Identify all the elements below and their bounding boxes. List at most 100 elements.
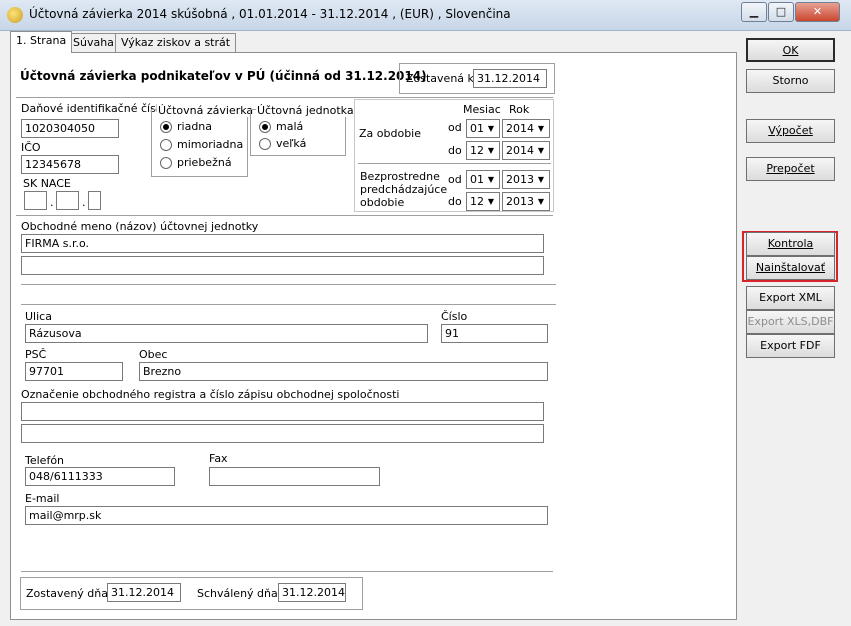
divider: [358, 163, 551, 165]
tab-strana[interactable]: 1. Strana: [10, 31, 73, 53]
zavierka-option-label: priebežná: [177, 156, 232, 169]
title-bar[interactable]: Účtovná závierka 2014 skúšobná , 01.01.2…: [0, 0, 851, 31]
za-od-rok-value: 2014: [506, 122, 534, 135]
bp-od-rok-select[interactable]: 2013 ▼: [502, 170, 550, 189]
vypocet-button[interactable]: Výpočet: [746, 119, 835, 143]
divider: [16, 215, 553, 217]
sknace-input-1[interactable]: [24, 191, 47, 210]
zavierka-radio-mimoriadna[interactable]: [160, 139, 172, 151]
ulica-input[interactable]: Rázusova: [25, 324, 428, 343]
bezp-label-3: obdobie: [360, 196, 405, 209]
schvaleny-dna-input[interactable]: 31.12.2014: [278, 583, 346, 602]
za-do-rok-select[interactable]: 2014 ▼: [502, 141, 550, 160]
zavierka-label: Účtovná závierka: [157, 104, 255, 117]
minimize-button[interactable]: ▁: [741, 2, 767, 22]
maximize-button[interactable]: □: [768, 2, 794, 22]
jednotka-radio-mala[interactable]: [259, 121, 271, 133]
za-do-rok-value: 2014: [506, 144, 534, 157]
sknace-dot: .: [82, 196, 86, 209]
obch-meno-label: Obchodné meno (názov) účtovnej jednotky: [21, 220, 259, 233]
bp-od-rok-value: 2013: [506, 173, 534, 186]
dropdown-arrow-icon: ▼: [487, 146, 495, 155]
bp-od-mesiac-select[interactable]: 01 ▼: [466, 170, 500, 189]
zavierka-radio-priebezna[interactable]: [160, 157, 172, 169]
nainstalovat-button[interactable]: Nainštalovať: [746, 256, 835, 280]
za-od-mesiac-select[interactable]: 01 ▼: [466, 119, 500, 138]
ico-label: IČO: [21, 141, 41, 154]
ico-input[interactable]: 12345678: [21, 155, 119, 174]
jednotka-label: Účtovná jednotka: [256, 104, 355, 117]
dic-label: Daňové identifikačné číslo: [21, 102, 166, 115]
za-do-mesiac-select[interactable]: 12 ▼: [466, 141, 500, 160]
obec-label: Obec: [139, 348, 168, 361]
vypocet-button-label: Výpočet: [768, 124, 813, 137]
divider: [21, 284, 556, 286]
mesiac-label: Mesiac: [463, 103, 501, 116]
za-od-rok-select[interactable]: 2014 ▼: [502, 119, 550, 138]
zostavena-label: Zostavená k: [406, 72, 474, 85]
zostavena-input[interactable]: 31.12.2014: [473, 69, 547, 88]
jednotka-radio-velka[interactable]: [259, 138, 271, 150]
kontrola-button[interactable]: Kontrola: [746, 232, 835, 256]
telefon-input[interactable]: 048/6111333: [25, 467, 175, 486]
page-title: Účtovná závierka podnikateľov v PÚ (účin…: [20, 69, 427, 83]
register-label: Označenie obchodného registra a číslo zá…: [21, 388, 400, 401]
zostaveny-dna-label: Zostavený dňa:: [26, 587, 112, 600]
od-label: od: [448, 173, 462, 186]
divider: [21, 571, 553, 573]
email-label: E-mail: [25, 492, 60, 505]
dropdown-arrow-icon: ▼: [537, 197, 545, 206]
sknace-input-2[interactable]: [56, 191, 79, 210]
sknace-dot: .: [50, 196, 54, 209]
od-label: od: [448, 121, 462, 134]
bp-do-mesiac-value: 12: [470, 195, 484, 208]
psc-input[interactable]: 97701: [25, 362, 123, 381]
obch-meno-input-2[interactable]: [21, 256, 544, 275]
zavierka-option-label: mimoriadna: [177, 138, 244, 151]
jednotka-option-label: veľká: [276, 137, 307, 150]
tab-suvaha[interactable]: Súvaha: [67, 33, 120, 52]
cislo-label: Číslo: [441, 310, 468, 323]
sknace-input-3[interactable]: [88, 191, 101, 210]
storno-button[interactable]: Storno: [746, 69, 835, 93]
ulica-label: Ulica: [25, 310, 52, 323]
ok-button[interactable]: OK: [746, 38, 835, 62]
export-xml-button[interactable]: Export XML: [746, 286, 835, 310]
export-xls-button[interactable]: Export XLS,DBF: [746, 310, 835, 334]
psc-label: PSČ: [25, 348, 47, 361]
register-input-1[interactable]: [21, 402, 544, 421]
fax-input[interactable]: [209, 467, 380, 486]
dropdown-arrow-icon: ▼: [487, 175, 495, 184]
bp-od-mesiac-value: 01: [470, 173, 484, 186]
obec-input[interactable]: Brezno: [139, 362, 548, 381]
sknace-label: SK NACE: [23, 177, 71, 190]
dropdown-arrow-icon: ▼: [537, 146, 545, 155]
divider: [21, 304, 556, 306]
cislo-input[interactable]: 91: [441, 324, 548, 343]
schvaleny-dna-label: Schválený dňa:: [197, 587, 282, 600]
dropdown-arrow-icon: ▼: [487, 197, 495, 206]
jednotka-option-label: malá: [276, 120, 304, 133]
tab-vykaz[interactable]: Výkaz ziskov a strát: [115, 33, 237, 52]
fax-label: Fax: [209, 452, 228, 465]
dropdown-arrow-icon: ▼: [487, 124, 495, 133]
bp-do-mesiac-select[interactable]: 12 ▼: [466, 192, 500, 211]
close-button[interactable]: ✕: [795, 2, 840, 22]
export-fdf-button[interactable]: Export FDF: [746, 334, 835, 358]
ok-button-label: OK: [782, 44, 799, 57]
zostaveny-dna-input[interactable]: 31.12.2014: [107, 583, 181, 602]
obch-meno-input-1[interactable]: FIRMA s.r.o.: [21, 234, 544, 253]
bp-do-rok-select[interactable]: 2013 ▼: [502, 192, 550, 211]
prepocet-button[interactable]: Prepočet: [746, 157, 835, 181]
telefon-label: Telefón: [25, 454, 65, 467]
bezp-label-2: predchádzajúce: [360, 183, 448, 196]
register-input-2[interactable]: [21, 424, 544, 443]
dropdown-arrow-icon: ▼: [537, 175, 545, 184]
nainstalovat-button-label: Nainštalovať: [755, 261, 826, 274]
dic-input[interactable]: 1020304050: [21, 119, 119, 138]
zavierka-option-label: riadna: [177, 120, 213, 133]
zavierka-radio-riadna[interactable]: [160, 121, 172, 133]
za-od-mesiac-value: 01: [470, 122, 484, 135]
dropdown-arrow-icon: ▼: [537, 124, 545, 133]
email-input[interactable]: mail@mrp.sk: [25, 506, 548, 525]
